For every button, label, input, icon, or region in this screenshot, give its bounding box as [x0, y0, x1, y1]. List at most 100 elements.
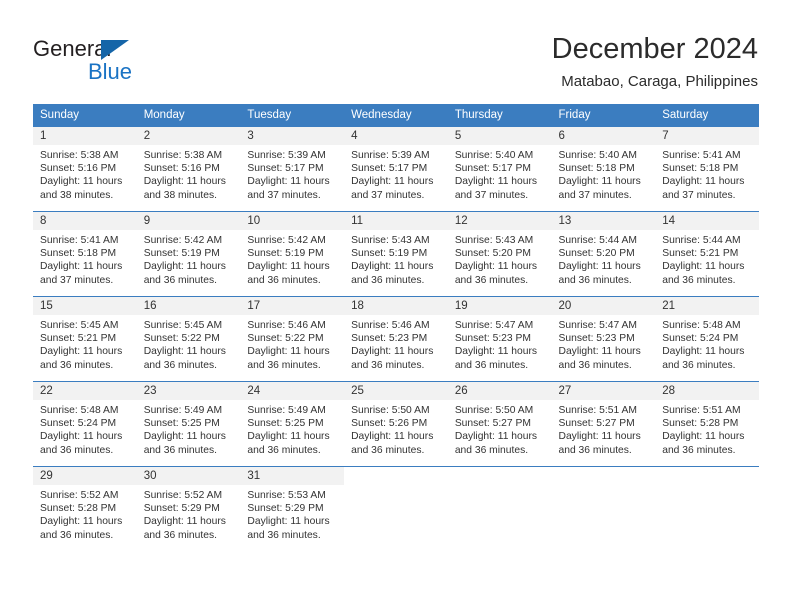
calendar-day-cell[interactable]: 17 Sunrise: 5:46 AM Sunset: 5:22 PM Dayligh…: [240, 296, 345, 382]
sunrise-text: Sunrise: 5:51 AM: [558, 405, 637, 416]
calendar-day-cell[interactable]: 4 Sunrise: 5:39 AM Sunset: 5:17 PM Daylight…: [344, 126, 448, 212]
sunrise-text: Sunrise: 5:45 AM: [143, 320, 223, 331]
sunrise-text: Sunrise: 5:41 AM: [40, 235, 119, 246]
day-cell-body: 29 Sunrise: 5:52 AM Sunset: 5:28 PM Dayligh…: [33, 467, 137, 551]
sunset-text: Sunset: 5:26 PM: [351, 418, 428, 430]
day-sun-info: Sunrise: 5:46 AM Sunset: 5:22 PM Daylight:…: [240, 315, 344, 372]
daylight-text: Daylight: 11 hours and 36 minutes.: [40, 346, 123, 371]
day-cell-body: 13 Sunrise: 5:44 AM Sunset: 5:20 PM Dayligh…: [551, 212, 656, 296]
sunset-text: Sunset: 5:21 PM: [662, 248, 739, 260]
calendar-week-row: 1 Sunrise: 5:38 AM Sunset: 5:16 PM Daylight…: [33, 126, 759, 212]
calendar-day-cell[interactable]: 1 Sunrise: 5:38 AM Sunset: 5:16 PM Daylight…: [33, 126, 137, 212]
day-number: 15: [33, 297, 137, 315]
sunrise-text: Sunrise: 5:44 AM: [662, 235, 741, 246]
day-sun-info: Sunrise: 5:42 AM Sunset: 5:19 PM Daylight:…: [240, 230, 344, 287]
daylight-text: Daylight: 11 hours and 37 minutes.: [454, 176, 538, 201]
sunrise-text: Sunrise: 5:48 AM: [40, 405, 119, 416]
calendar-day-cell[interactable]: 14 Sunrise: 5:44 AM Sunset: 5:21 PM Dayligh…: [655, 211, 759, 297]
calendar-day-cell[interactable]: 31 Sunrise: 5:53 AM Sunset: 5:29 PM Dayligh…: [240, 466, 345, 551]
daylight-text: Daylight: 11 hours and 37 minutes.: [247, 176, 330, 201]
calendar-day-cell[interactable]: 12 Sunrise: 5:43 AM Sunset: 5:20 PM Dayligh…: [447, 211, 552, 297]
day-number: 21: [655, 297, 759, 315]
weekday-header-friday: Friday: [551, 104, 656, 127]
calendar-day-cell[interactable]: 13 Sunrise: 5:44 AM Sunset: 5:20 PM Dayligh…: [551, 211, 656, 297]
page-subtitle: Matabao, Caraga, Philippines: [561, 73, 758, 90]
sunrise-text: Sunrise: 5:47 AM: [454, 320, 534, 331]
daylight-text: Daylight: 11 hours and 36 minutes.: [143, 346, 226, 371]
day-number: 14: [655, 212, 759, 230]
calendar-day-cell[interactable]: 10 Sunrise: 5:42 AM Sunset: 5:19 PM Dayligh…: [240, 211, 345, 297]
calendar-day-cell[interactable]: 25 Sunrise: 5:50 AM Sunset: 5:26 PM Dayligh…: [344, 381, 448, 467]
sunrise-text: Sunrise: 5:49 AM: [143, 405, 223, 416]
day-sun-info: Sunrise: 5:48 AM Sunset: 5:24 PM Daylight:…: [33, 400, 137, 457]
general-blue-logo[interactable]: General Blue: [33, 36, 193, 88]
sunrise-text: Sunrise: 5:52 AM: [40, 490, 119, 501]
day-number: 6: [551, 127, 656, 145]
day-cell-body: 5 Sunrise: 5:40 AM Sunset: 5:17 PM Daylight…: [447, 127, 552, 211]
daylight-text: Daylight: 11 hours and 36 minutes.: [143, 516, 226, 541]
sunset-text: Sunset: 5:22 PM: [143, 333, 220, 345]
sunset-text: Sunset: 5:27 PM: [454, 418, 531, 430]
calendar-day-cell[interactable]: 3 Sunrise: 5:39 AM Sunset: 5:17 PM Daylight…: [240, 126, 345, 212]
calendar-day-cell[interactable]: 21 Sunrise: 5:48 AM Sunset: 5:24 PM Dayligh…: [655, 296, 759, 382]
daylight-text: Daylight: 11 hours and 37 minutes.: [662, 176, 745, 201]
day-number: 13: [551, 212, 656, 230]
day-sun-info: Sunrise: 5:47 AM Sunset: 5:23 PM Daylight:…: [552, 315, 656, 372]
calendar-day-cell[interactable]: 22 Sunrise: 5:48 AM Sunset: 5:24 PM Dayligh…: [33, 381, 137, 467]
sunrise-text: Sunrise: 5:52 AM: [143, 490, 223, 501]
day-sun-info: Sunrise: 5:52 AM Sunset: 5:29 PM Daylight:…: [137, 485, 241, 542]
daylight-text: Daylight: 11 hours and 36 minutes.: [351, 346, 434, 371]
day-sun-info: Sunrise: 5:51 AM Sunset: 5:28 PM Daylight:…: [655, 400, 759, 457]
day-cell-body: 28 Sunrise: 5:51 AM Sunset: 5:28 PM Dayligh…: [655, 382, 759, 466]
calendar-week-row: 8 Sunrise: 5:41 AM Sunset: 5:18 PM Daylight…: [33, 211, 759, 297]
sunset-text: Sunset: 5:29 PM: [247, 503, 324, 515]
calendar-day-cell[interactable]: 28 Sunrise: 5:51 AM Sunset: 5:28 PM Dayligh…: [655, 381, 759, 467]
day-number: 7: [655, 127, 759, 145]
day-number: 30: [136, 467, 241, 485]
sunset-text: Sunset: 5:18 PM: [40, 248, 117, 260]
calendar-day-cell[interactable]: 11 Sunrise: 5:43 AM Sunset: 5:19 PM Dayligh…: [344, 211, 448, 297]
calendar-day-cell[interactable]: 20 Sunrise: 5:47 AM Sunset: 5:23 PM Dayligh…: [551, 296, 656, 382]
calendar-week-row: 29 Sunrise: 5:52 AM Sunset: 5:28 PM Dayligh…: [33, 466, 759, 551]
calendar-day-cell[interactable]: 23 Sunrise: 5:49 AM Sunset: 5:25 PM Dayligh…: [136, 381, 241, 467]
daylight-text: Daylight: 11 hours and 37 minutes.: [351, 176, 434, 201]
calendar-day-cell[interactable]: 29 Sunrise: 5:52 AM Sunset: 5:28 PM Dayligh…: [33, 466, 137, 551]
calendar-day-cell[interactable]: 19 Sunrise: 5:47 AM Sunset: 5:23 PM Dayligh…: [447, 296, 552, 382]
calendar-day-cell[interactable]: 24 Sunrise: 5:49 AM Sunset: 5:25 PM Dayligh…: [240, 381, 345, 467]
calendar-day-cell[interactable]: 30 Sunrise: 5:52 AM Sunset: 5:29 PM Dayligh…: [136, 466, 241, 551]
daylight-text: Daylight: 11 hours and 36 minutes.: [558, 431, 641, 456]
day-cell-body: 1 Sunrise: 5:38 AM Sunset: 5:16 PM Daylight…: [33, 127, 137, 211]
day-cell-body: 18 Sunrise: 5:46 AM Sunset: 5:23 PM Dayligh…: [344, 297, 448, 381]
daylight-text: Daylight: 11 hours and 36 minutes.: [662, 346, 745, 371]
calendar-day-cell[interactable]: 9 Sunrise: 5:42 AM Sunset: 5:19 PM Daylight…: [136, 211, 241, 297]
day-number: 25: [344, 382, 448, 400]
daylight-text: Daylight: 11 hours and 36 minutes.: [558, 346, 641, 371]
day-cell-body: 26 Sunrise: 5:50 AM Sunset: 5:27 PM Dayligh…: [447, 382, 552, 466]
calendar-day-cell[interactable]: 15 Sunrise: 5:45 AM Sunset: 5:21 PM Dayligh…: [33, 296, 137, 382]
calendar-day-cell[interactable]: 26 Sunrise: 5:50 AM Sunset: 5:27 PM Dayligh…: [447, 381, 552, 467]
calendar-day-cell[interactable]: 16 Sunrise: 5:45 AM Sunset: 5:22 PM Dayligh…: [136, 296, 241, 382]
day-cell-body: 19 Sunrise: 5:47 AM Sunset: 5:23 PM Dayligh…: [447, 297, 552, 381]
calendar-day-cell[interactable]: 27 Sunrise: 5:51 AM Sunset: 5:27 PM Dayligh…: [551, 381, 656, 467]
day-sun-info: Sunrise: 5:45 AM Sunset: 5:21 PM Daylight:…: [33, 315, 137, 372]
calendar-day-cell[interactable]: 18 Sunrise: 5:46 AM Sunset: 5:23 PM Dayligh…: [344, 296, 448, 382]
calendar-day-cell[interactable]: 5 Sunrise: 5:40 AM Sunset: 5:17 PM Daylight…: [447, 126, 552, 212]
day-number: 24: [240, 382, 345, 400]
title-block: December 2024 Matabao, Caraga, Philippin…: [552, 32, 758, 92]
sunset-text: Sunset: 5:24 PM: [662, 333, 739, 345]
day-cell-body: 25 Sunrise: 5:50 AM Sunset: 5:26 PM Dayligh…: [344, 382, 448, 466]
day-number: 19: [447, 297, 552, 315]
day-sun-info: Sunrise: 5:41 AM Sunset: 5:18 PM Daylight:…: [33, 230, 137, 287]
sunrise-text: Sunrise: 5:43 AM: [351, 235, 430, 246]
day-sun-info: Sunrise: 5:38 AM Sunset: 5:16 PM Daylight:…: [33, 145, 137, 202]
sunset-text: Sunset: 5:16 PM: [40, 163, 117, 175]
day-number: 22: [33, 382, 137, 400]
calendar-day-cell[interactable]: 7 Sunrise: 5:41 AM Sunset: 5:18 PM Daylight…: [655, 126, 759, 212]
calendar-day-cell[interactable]: 8 Sunrise: 5:41 AM Sunset: 5:18 PM Daylight…: [33, 211, 137, 297]
calendar-day-cell[interactable]: 2 Sunrise: 5:38 AM Sunset: 5:16 PM Daylight…: [136, 126, 241, 212]
sunrise-text: Sunrise: 5:42 AM: [143, 235, 223, 246]
day-sun-info: Sunrise: 5:45 AM Sunset: 5:22 PM Daylight:…: [137, 315, 241, 372]
day-sun-info: Sunrise: 5:40 AM Sunset: 5:18 PM Daylight:…: [552, 145, 656, 202]
day-cell-body: 21 Sunrise: 5:48 AM Sunset: 5:24 PM Dayligh…: [655, 297, 759, 381]
calendar-day-cell[interactable]: 6 Sunrise: 5:40 AM Sunset: 5:18 PM Daylight…: [551, 126, 656, 212]
